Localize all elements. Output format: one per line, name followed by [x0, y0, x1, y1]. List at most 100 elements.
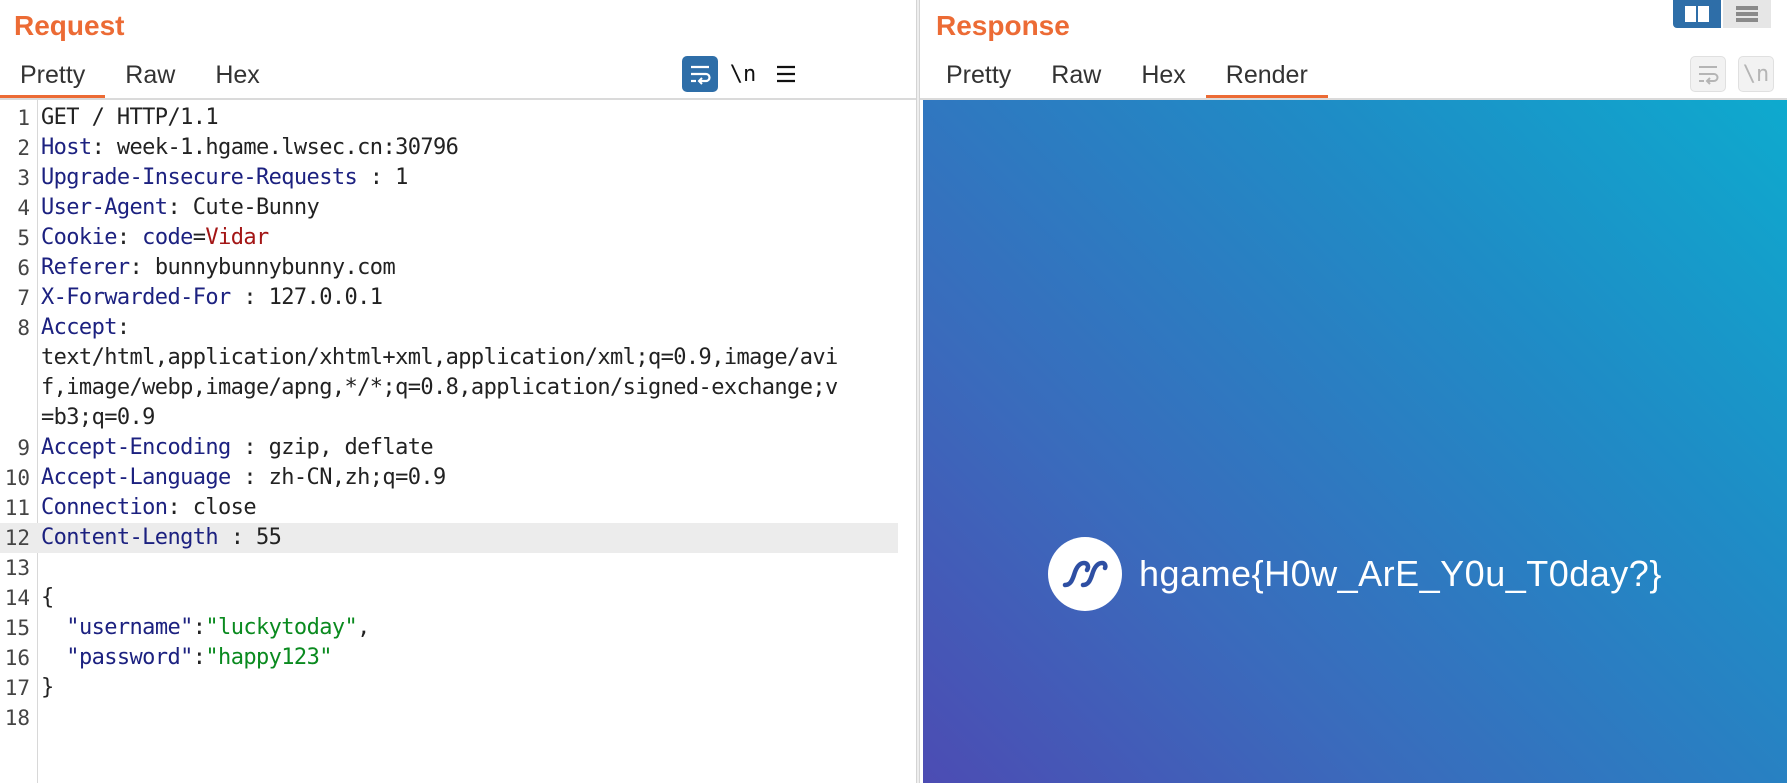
line-number: 16	[4, 646, 30, 670]
token-k: Connection	[41, 495, 168, 520]
layout-stack-button[interactable]	[1723, 0, 1771, 28]
line-number: 18	[4, 706, 30, 730]
code-line[interactable]: 7 X-Forwarded-For : 127.0.0.1	[0, 283, 898, 313]
code-line[interactable]: 3 Upgrade-Insecure-Requests : 1	[0, 163, 898, 193]
line-number: 17	[4, 676, 30, 700]
line-number: 3	[17, 166, 30, 190]
request-pane: Request Pretty Raw Hex \n 1 GET / HTTP/1.…	[0, 0, 916, 783]
token-k: Upgrade-Insecure-Requests	[41, 165, 358, 190]
response-tab-render[interactable]: Render	[1205, 52, 1328, 98]
line-content: f,image/webp,image/apng,*/*;q=0.8,applic…	[41, 373, 838, 403]
line-content: Accept:	[41, 313, 130, 343]
line-content: User-Agent: Cute-Bunny	[41, 193, 320, 223]
code-line[interactable]: 14 {	[0, 583, 898, 613]
line-content: Accept-Language : zh-CN,zh;q=0.9	[41, 463, 446, 493]
token-v: 55	[255, 525, 282, 550]
line-content: text/html,application/xhtml+xml,applicat…	[41, 343, 838, 373]
code-line[interactable]: =b3;q=0.9	[0, 403, 898, 433]
token-v: text/html,application/xhtml+xml,applicat…	[41, 345, 838, 370]
hamburger-menu-icon	[777, 65, 795, 83]
line-number: 4	[17, 196, 30, 220]
code-line[interactable]: 5 Cookie: code=Vidar	[0, 223, 898, 253]
response-pane: Response Pretty Raw Hex Render \n hgame{…	[920, 0, 1787, 783]
code-line[interactable]: 17}	[0, 673, 898, 703]
token-v: }	[41, 675, 54, 700]
token-sep: :	[192, 615, 206, 640]
code-line[interactable]: 13	[0, 553, 898, 583]
request-editor[interactable]: 1 GET / HTTP/1.1 2 Host: week-1.hgame.lwsec…	[0, 100, 916, 783]
line-content: }	[41, 673, 54, 703]
token-sep: :	[116, 315, 130, 340]
response-tab-hex[interactable]: Hex	[1121, 52, 1205, 98]
line-content: Upgrade-Insecure-Requests : 1	[41, 163, 408, 193]
response-title: Response	[936, 10, 1070, 41]
token-v: bunnybunnybunny.com	[154, 255, 396, 280]
split-columns-icon	[1685, 6, 1709, 22]
code-line[interactable]: 18	[0, 703, 898, 733]
code-line[interactable]: 11 Connection: close	[0, 493, 898, 523]
line-number: 2	[17, 136, 30, 160]
line-content: =b3;q=0.9	[41, 403, 155, 433]
code-line[interactable]: 2 Host: week-1.hgame.lwsec.cn:30796	[0, 133, 898, 163]
code-line[interactable]: 12 Content-Length : 55	[0, 523, 898, 553]
line-number: 12	[4, 526, 30, 550]
line-number: 8	[17, 316, 30, 340]
token-sep: :	[357, 165, 396, 190]
token-jk: "username"	[66, 615, 193, 640]
token-k: Host	[41, 135, 92, 160]
token-v: gzip, deflate	[268, 435, 434, 460]
code-line[interactable]: 8 Accept:	[0, 313, 898, 343]
request-newline-button[interactable]: \n	[725, 56, 761, 92]
line-content: Cookie: code=Vidar	[41, 223, 269, 253]
response-word-wrap-button[interactable]	[1690, 56, 1726, 92]
token-sep: :	[218, 525, 256, 550]
code-line[interactable]: text/html,application/xhtml+xml,applicat…	[0, 343, 898, 373]
token-sep: :	[230, 435, 269, 460]
code-line[interactable]: 6 Referer: bunnybunnybunny.com	[0, 253, 898, 283]
newline-toggle-label: \n	[729, 61, 757, 87]
token-v	[41, 615, 66, 640]
request-tab-hex[interactable]: Hex	[195, 52, 279, 98]
request-title: Request	[14, 10, 125, 41]
response-newline-button[interactable]: \n	[1738, 56, 1774, 92]
token-v	[41, 645, 66, 670]
line-number: 11	[4, 496, 30, 520]
token-v: 1	[395, 165, 408, 190]
line-content: Accept-Encoding : gzip, deflate	[41, 433, 434, 463]
code-line[interactable]: 16 "password":"happy123"	[0, 643, 898, 673]
token-sep: :	[230, 465, 269, 490]
token-sep: :	[167, 495, 193, 520]
line-content: "username":"luckytoday",	[41, 613, 370, 643]
line-content: "password":"happy123"	[41, 643, 332, 673]
word-wrap-icon	[1699, 66, 1719, 85]
code-line[interactable]: 10 Accept-Language : zh-CN,zh;q=0.9	[0, 463, 898, 493]
request-menu-button[interactable]	[768, 56, 804, 92]
rendered-response-view: hgame{H0w_ArE_Y0u_T0day?}	[923, 100, 1787, 783]
flag-text: hgame{H0w_ArE_Y0u_T0day?}	[1139, 553, 1662, 594]
token-k: Cookie	[41, 225, 117, 250]
token-k: User-Agent	[41, 195, 168, 220]
request-tab-raw[interactable]: Raw	[105, 52, 195, 98]
token-k: Accept	[41, 315, 117, 340]
code-line[interactable]: 1 GET / HTTP/1.1	[0, 103, 898, 133]
request-word-wrap-button[interactable]	[682, 56, 718, 92]
line-number: 7	[17, 286, 30, 310]
token-sep: ,	[357, 615, 370, 640]
line-content: Content-Length : 55	[41, 523, 282, 553]
token-k: X-Forwarded-For	[41, 285, 231, 310]
token-v: Cute-Bunny	[192, 195, 320, 220]
code-line[interactable]: 15 "username":"luckytoday",	[0, 613, 898, 643]
line-number: 14	[4, 586, 30, 610]
response-tab-raw[interactable]: Raw	[1031, 52, 1121, 98]
token-sep: :	[116, 225, 143, 250]
request-tab-pretty[interactable]: Pretty	[0, 52, 106, 98]
line-content: Referer: bunnybunnybunny.com	[41, 253, 396, 283]
newline-toggle-label: \n	[1742, 61, 1770, 87]
code-line[interactable]: 4 User-Agent: Cute-Bunny	[0, 193, 898, 223]
layout-split-button[interactable]	[1673, 0, 1721, 28]
response-tab-pretty[interactable]: Pretty	[926, 52, 1031, 98]
line-number: 5	[17, 226, 30, 250]
code-line[interactable]: f,image/webp,image/apng,*/*;q=0.8,applic…	[0, 373, 898, 403]
flag-banner: hgame{H0w_ArE_Y0u_T0day?}	[1048, 537, 1662, 611]
code-line[interactable]: 9 Accept-Encoding : gzip, deflate	[0, 433, 898, 463]
